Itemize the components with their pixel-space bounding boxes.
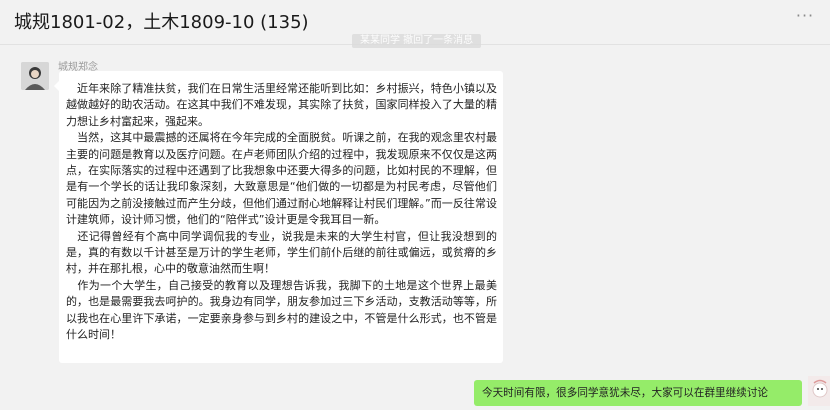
avatar[interactable]	[21, 62, 49, 90]
recall-notice: 某某同学 撤回了一条消息	[352, 34, 482, 48]
avatar-image	[808, 376, 830, 406]
message-paragraph: 近年来除了精准扶贫，我们在日常生活里经常还能听到比如：乡村振兴，特色小镇以及越做…	[66, 82, 497, 128]
message-bubble[interactable]: 近年来除了精准扶贫，我们在日常生活里经常还能听到比如：乡村振兴，特色小镇以及越做…	[54, 71, 503, 363]
message-paragraph: 当然，这其中最震撼的还属将在今年完成的全面脱贫。听课之前，在我的观念里农村最主要…	[66, 131, 497, 227]
chat-title[interactable]: 城规1801-02，土木1809-10 (135)	[14, 8, 309, 34]
my-avatar[interactable]	[808, 376, 830, 406]
outgoing-message-bubble[interactable]: 今天时间有限，很多同学意犹未尽，大家可以在群里继续讨论	[474, 380, 802, 406]
avatar-image	[21, 62, 49, 90]
more-icon[interactable]: ···	[790, 6, 820, 30]
message-paragraph: 还记得曾经有个高中同学调侃我的专业，说我是未来的大学生村官，但让我没想到的是，真…	[66, 229, 497, 276]
message-paragraph: 作为一个大学生，自己接受的教育以及理想告诉我，我脚下的土地是这个世界上最美的，也…	[66, 278, 497, 342]
